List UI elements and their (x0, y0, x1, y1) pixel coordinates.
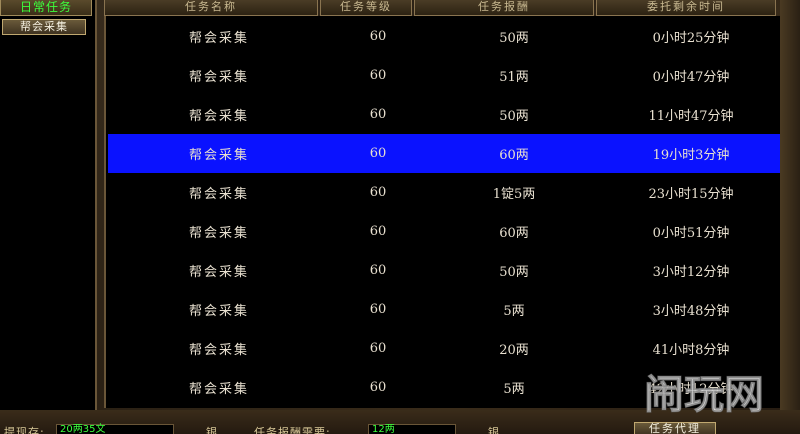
remaining-time-cell: 3小时12分钟 (652, 265, 730, 280)
table-header: 任务名称 任务等级 任务报酬 委托剩余时间 (104, 0, 778, 16)
tab-guild-gather[interactable]: 帮会采集 (2, 19, 86, 35)
remaining-time-cell: 19小时3分钟 (652, 148, 730, 163)
table-row[interactable]: 帮会采集 60 60两 19小时3分钟 (108, 134, 780, 173)
reward-need-label: 任务报酬需要: (254, 426, 331, 434)
table-row[interactable]: 帮会采集 60 50两 0小时25分钟 (108, 17, 780, 56)
task-level-cell: 60 (369, 341, 387, 356)
task-reward-cell: 60两 (499, 148, 529, 163)
task-name-cell: 帮会采集 (188, 70, 249, 85)
task-name-cell: 帮会采集 (188, 343, 249, 358)
task-level-cell: 60 (369, 68, 387, 83)
task-reward-cell: 5两 (503, 382, 525, 397)
task-reward-cell: 50两 (499, 109, 529, 124)
task-name-cell: 帮会采集 (188, 382, 249, 397)
task-name-cell: 帮会采集 (188, 148, 249, 163)
header-task-level[interactable]: 任务等级 (320, 0, 412, 16)
tab-daily-tasks[interactable]: 日常任务 (0, 0, 92, 16)
table-row[interactable]: 帮会采集 60 1锭5两 23小时15分钟 (108, 173, 780, 212)
task-name-cell: 帮会采集 (188, 265, 249, 280)
remaining-time-cell: 0小时25分钟 (652, 31, 730, 46)
task-name-cell: 帮会采集 (188, 109, 249, 124)
remaining-time-cell: 0小时51分钟 (652, 226, 730, 241)
remaining-time-cell: 23小时15分钟 (648, 187, 734, 202)
task-reward-cell: 50两 (499, 31, 529, 46)
header-remaining-time[interactable]: 委托剩余时间 (596, 0, 776, 16)
task-name-cell: 帮会采集 (188, 187, 249, 202)
task-reward-cell: 51两 (499, 70, 529, 85)
header-task-reward[interactable]: 任务报酬 (414, 0, 594, 16)
task-level-cell: 60 (369, 302, 387, 317)
remaining-time-cell: 0小时47分钟 (652, 70, 730, 85)
table-row[interactable]: 帮会采集 60 51两 0小时47分钟 (108, 56, 780, 95)
remaining-time-cell: 3小时48分钟 (652, 304, 730, 319)
task-name-cell: 帮会采集 (188, 304, 249, 319)
task-reward-cell: 60两 (499, 226, 529, 241)
task-reward-cell: 5两 (503, 304, 525, 319)
task-level-cell: 60 (369, 224, 387, 239)
silver-label-2: 银 (488, 426, 500, 434)
table-row[interactable]: 帮会采集 60 50两 3小时12分钟 (108, 251, 780, 290)
silver-label: 银 (206, 426, 218, 434)
task-level-cell: 60 (369, 146, 387, 161)
game-window: 日常任务 帮会采集 任务名称 任务等级 任务报酬 委托剩余时间 帮会采集 60 50… (0, 0, 800, 434)
deposit-field[interactable]: 20两35文 (56, 424, 174, 434)
task-level-cell: 60 (369, 263, 387, 278)
reward-need-field[interactable]: 12两 (368, 424, 456, 434)
task-level-cell: 60 (369, 107, 387, 122)
task-reward-cell: 50两 (499, 265, 529, 280)
task-name-cell: 帮会采集 (188, 31, 249, 46)
table-row[interactable]: 帮会采集 60 50两 11小时47分钟 (108, 95, 780, 134)
header-task-name[interactable]: 任务名称 (104, 0, 318, 16)
remaining-time-cell: 11小时47分钟 (648, 109, 734, 124)
task-list-table: 帮会采集 60 50两 0小时25分钟 帮会采集 60 51两 0小时47分钟 帮会采集 60 50… (104, 16, 780, 408)
deposit-label: 提现存: (4, 426, 45, 434)
task-level-cell: 60 (369, 29, 387, 44)
task-name-cell: 帮会采集 (188, 226, 249, 241)
watermark-logo: 闹玩网 (644, 372, 765, 419)
table-row[interactable]: 帮会采集 60 60两 0小时51分钟 (108, 212, 780, 251)
watermark-text: 闹玩网 (644, 372, 764, 418)
task-reward-cell: 20两 (499, 343, 529, 358)
task-agent-button[interactable]: 任务代理 (634, 422, 716, 434)
task-level-cell: 60 (369, 380, 387, 395)
task-category-panel: 日常任务 帮会采集 (0, 0, 97, 410)
task-reward-cell: 1锭5两 (492, 187, 536, 202)
table-row[interactable]: 帮会采集 60 5两 3小时48分钟 (108, 290, 780, 329)
task-level-cell: 60 (369, 185, 387, 200)
